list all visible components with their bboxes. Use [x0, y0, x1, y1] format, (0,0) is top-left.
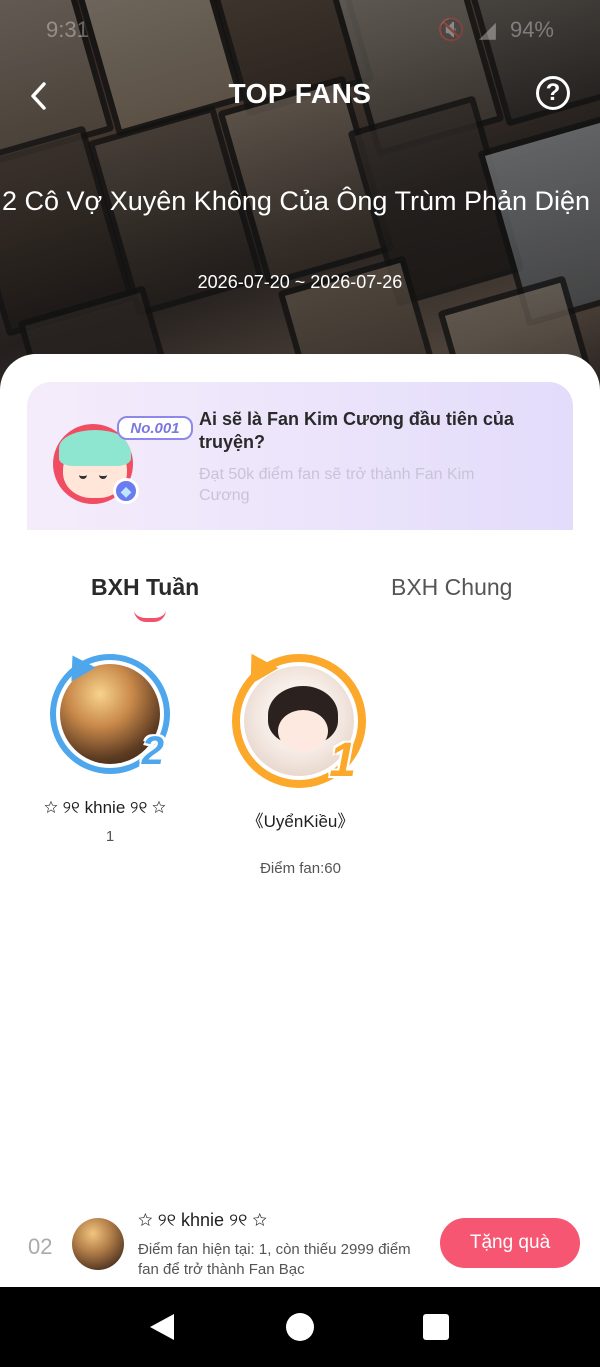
avatar[interactable]: 2: [50, 648, 170, 774]
podium-second[interactable]: 2 ☆ ୨୧ khnie ୨୧ ☆ 1: [40, 648, 180, 845]
status-bar: 9:31 🔇 ◢ 94%: [46, 16, 554, 44]
status-time: 9:31: [46, 17, 89, 42]
avatar[interactable]: 1: [232, 645, 366, 788]
tab-overall[interactable]: BXH Chung: [391, 574, 512, 601]
ranking-sheet: ◆ No.001 Ai sẽ là Fan Kim Cương đầu tiên…: [0, 354, 600, 1287]
my-name: ☆ ୨୧ khnie ୨୧ ☆: [138, 1210, 268, 1230]
fan-name: 《UyểnKiều》: [246, 812, 355, 831]
rank-badge: No.001: [117, 416, 193, 440]
nav-recents-icon[interactable]: [423, 1314, 449, 1340]
tab-weekly[interactable]: BXH Tuần: [91, 574, 199, 601]
help-button[interactable]: ?: [536, 76, 570, 110]
system-nav-bar: [0, 1287, 600, 1367]
avatar[interactable]: [72, 1218, 124, 1270]
battery-level: 94%: [509, 17, 554, 42]
my-progress-text: Điểm fan hiện tại: 1, còn thiếu 2999 điể…: [138, 1241, 411, 1278]
my-rank: 02: [28, 1234, 53, 1259]
ranking-tabs: BXH Tuần BXH Chung: [0, 564, 600, 624]
question-icon: ?: [545, 79, 561, 106]
page-title: TOP FANS: [228, 78, 372, 109]
diamond-icon: ◆: [113, 478, 139, 504]
top-bar: TOP FANS ?: [0, 70, 600, 120]
date-range: 2026-07-20 ~ 2026-07-26: [197, 272, 403, 292]
send-gift-button[interactable]: Tặng quà: [440, 1218, 580, 1268]
signal-icon: ◢: [479, 17, 496, 42]
fan-name: ☆ ୨୧ khnie ୨୧ ☆: [44, 798, 166, 817]
diamond-fan-banner[interactable]: ◆ No.001 Ai sẽ là Fan Kim Cương đầu tiên…: [27, 382, 573, 530]
nav-back-icon[interactable]: [150, 1314, 174, 1340]
book-title: 2 Cô Vợ Xuyên Không Của Ông Trùm Phản Di…: [2, 186, 591, 216]
promo-headline: Ai sẽ là Fan Kim Cương đầu tiên của truy…: [199, 409, 514, 452]
fan-score: 1: [105, 828, 115, 845]
my-ranking-bar: 02 ☆ ୨୧ khnie ୨୧ ☆ Điểm fan hiện tại: 1,…: [0, 1204, 600, 1288]
nav-home-icon[interactable]: [286, 1313, 314, 1341]
rank-number: 1: [329, 734, 356, 787]
promo-subtext: Đạt 50k điểm fan sẽ trở thành Fan Kim Cư…: [199, 466, 475, 504]
fan-score: Điểm fan:60: [260, 860, 341, 877]
mute-icon: 🔇: [437, 17, 466, 42]
active-tab-indicator: [134, 610, 166, 622]
podium-first[interactable]: 1 《UyểnKiều》 Điểm fan:60: [228, 645, 373, 877]
rank-number: 2: [141, 729, 164, 773]
